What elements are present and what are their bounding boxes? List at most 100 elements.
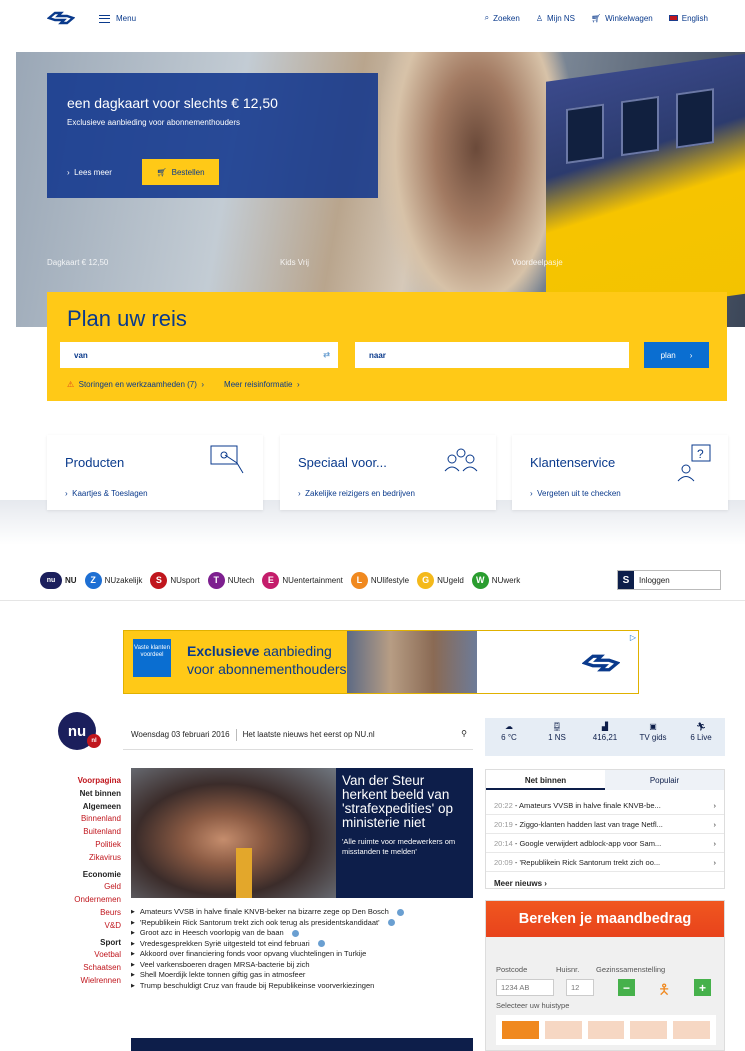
nav-nu[interactable]: nu NU (40, 571, 77, 589)
naar-input[interactable]: naar (355, 342, 629, 368)
storingen-link[interactable]: ⚠ Storingen en werkzaamheden (7) › (67, 380, 204, 389)
plan-button[interactable]: plan › (644, 342, 709, 368)
search-icon[interactable]: ⚲ (461, 729, 467, 738)
group-icon (444, 448, 478, 472)
latest-item[interactable]: 20:19 - Ziggo-klanten hadden last van tr… (486, 815, 724, 834)
ad-line1: Exclusieve aanbieding (187, 643, 332, 659)
nav-binnenland[interactable]: Binnenland (40, 813, 121, 826)
ns-logo-icon[interactable] (47, 11, 75, 25)
comment-icon (396, 908, 404, 916)
left-navigation: Voorpagina Net binnen Algemeen Binnenlan… (40, 775, 121, 988)
comment-icon (317, 940, 325, 948)
hero-tab-label[interactable]: Kids Vrij (280, 258, 309, 267)
card-klantenservice[interactable]: Klantenservice › Vergeten uit te checken… (512, 435, 728, 510)
nav-geld[interactable]: Geld (40, 881, 121, 894)
card-link[interactable]: › Vergeten uit te checken (530, 489, 621, 498)
news-item[interactable]: Shell Moerdijk lekte tonnen giftig gas i… (131, 970, 473, 981)
minus-button[interactable]: − (618, 979, 635, 996)
train-widget[interactable]: 🚆︎ 1 NS (533, 718, 581, 756)
lees-meer-link[interactable]: › Lees meer (67, 168, 112, 177)
news-item[interactable]: Amateurs VVSB in halve finale KNVB-beker… (131, 907, 473, 918)
ad-line2: voor abonnementhouders (187, 661, 347, 677)
search-link[interactable]: ⌕ Zoeken (485, 13, 520, 23)
ns-screenshot: Menu ⌕ Zoeken ♙ Mijn NS 🛒︎ Winkelwagen Engl… (0, 0, 745, 545)
weather-icon: ☁ (505, 722, 513, 731)
detached-option[interactable] (673, 1021, 710, 1039)
corner-option[interactable] (587, 1021, 625, 1039)
news-item[interactable]: Vredesgesprekken Syrië uitgesteld tot ei… (131, 939, 473, 950)
nu-logo[interactable]: nu nl (58, 712, 101, 750)
nav-nulifestyle[interactable]: L NUlifestyle (350, 571, 409, 589)
meer-nieuws-link[interactable]: Meer nieuws › (486, 872, 724, 895)
van-input[interactable]: van ⇄ (60, 342, 338, 368)
nav-politiek[interactable]: Politiek (40, 839, 121, 852)
latest-item[interactable]: 20:09 - 'Republikein Rick Santorum trekt… (486, 853, 724, 872)
info-widgets: ☁ 6 °C 🚆︎ 1 NS ▟ 416,21 ▣ TV gids 🏃︎ 6 Live (485, 718, 725, 756)
next-article-strip (131, 1038, 473, 1051)
nav-beurs[interactable]: Beurs (40, 907, 121, 920)
news-item[interactable]: 'Republikein Rick Santorum trekt zich oo… (131, 918, 473, 929)
nav-voorpagina[interactable]: Voorpagina (40, 775, 121, 788)
card-speciaal[interactable]: Speciaal voor... › Zakelijke reizigers e… (280, 435, 496, 510)
live-widget[interactable]: 🏃︎ 6 Live (677, 718, 725, 756)
bereken-widget: Bereken je maandbedrag Postcode Huisnr. … (485, 900, 725, 1051)
headline-title[interactable]: Van der Steur herkent beeld van 'strafex… (342, 774, 473, 830)
swap-icon[interactable]: ⇄ (323, 350, 330, 359)
promo-box: een dagkaart voor slechts € 12,50 Exclus… (47, 73, 378, 198)
tab-populair[interactable]: Populair (605, 770, 724, 790)
news-item[interactable]: Trump beschuldigt Cruz van fraude bij Re… (131, 981, 473, 992)
inloggen-button[interactable]: S Inloggen (617, 570, 721, 590)
latest-item[interactable]: 20:14 - Google verwijdert adblock-app vo… (486, 834, 724, 853)
terraced-option[interactable] (544, 1021, 582, 1039)
language-link[interactable]: English (668, 14, 708, 23)
weather-widget[interactable]: ☁ 6 °C (485, 718, 533, 756)
tv-widget[interactable]: ▣ TV gids (629, 718, 677, 756)
card-producten[interactable]: Producten › Kaartjes & Toeslagen (47, 435, 263, 510)
stock-widget[interactable]: ▟ 416,21 (581, 718, 629, 756)
nav-economie[interactable]: Economie (40, 869, 121, 882)
apartment-option[interactable] (502, 1021, 539, 1039)
nav-vd[interactable]: V&D (40, 920, 121, 933)
stock-icon: ▟ (601, 722, 609, 731)
nav-nutech[interactable]: T NUtech (207, 571, 254, 589)
nav-voetbal[interactable]: Voetbal (40, 949, 121, 962)
latest-item[interactable]: 20:22 - Amateurs VVSB in halve finale KN… (486, 796, 724, 815)
nav-algemeen[interactable]: Algemeen (40, 801, 121, 814)
nav-nugeld[interactable]: G NUgeld (417, 571, 464, 589)
mijn-ns-link[interactable]: ♙ Mijn NS (536, 14, 575, 23)
plus-button[interactable]: + (694, 979, 711, 996)
meer-reisinformatie-link[interactable]: Meer reisinformatie › (224, 380, 300, 389)
nav-nuzakelijk[interactable]: Z NUzakelijk (84, 571, 142, 589)
card-link[interactable]: › Kaartjes & Toeslagen (65, 489, 148, 498)
nav-zikavirus[interactable]: Zikavirus (40, 852, 121, 865)
cart-link[interactable]: 🛒︎ Winkelwagen (591, 14, 653, 23)
nav-schaatsen[interactable]: Schaatsen (40, 962, 121, 975)
hero-tab-label[interactable]: Voordeelpasje (512, 258, 563, 267)
headline-article[interactable]: Van der Steur herkent beeld van 'strafex… (131, 768, 473, 898)
nav-net-binnen[interactable]: Net binnen (40, 788, 121, 801)
nav-nusport[interactable]: S NUsport (150, 571, 200, 589)
adchoices-icon[interactable]: ▷ (630, 633, 636, 642)
semi-detached-option[interactable] (630, 1021, 668, 1039)
nav-sport[interactable]: Sport (40, 937, 121, 950)
menu-button[interactable]: Menu (99, 14, 136, 23)
postcode-input[interactable] (496, 979, 554, 996)
news-item[interactable]: Veel varkensboeren dragen MRSA-bacterie … (131, 960, 473, 971)
train-icon: 🚆︎ (551, 722, 563, 731)
bestellen-button[interactable]: 🛒︎ Bestellen (142, 159, 219, 185)
hero-tab-label[interactable]: Dagkaart € 12,50 (47, 258, 108, 267)
divider (0, 600, 745, 601)
card-link[interactable]: › Zakelijke reizigers en bedrijven (298, 489, 415, 498)
nav-nuentertainment[interactable]: E NUentertainment (262, 571, 343, 589)
tab-net-binnen[interactable]: Net binnen (486, 770, 605, 790)
nav-ondernemen[interactable]: Ondernemen (40, 894, 121, 907)
nav-nuwerk[interactable]: W NUwerk (471, 571, 520, 589)
headline-subtitle: 'Alle ruimte voor medewerkers om misstan… (342, 837, 456, 856)
ns-advertisement[interactable]: Vaste klanten voordeel Exclusieve aanbie… (123, 630, 639, 694)
nav-wielrennen[interactable]: Wielrennen (40, 975, 121, 988)
nav-buitenland[interactable]: Buitenland (40, 826, 121, 839)
huisnr-input[interactable] (566, 979, 594, 996)
bereken-title: Bereken je maandbedrag (486, 901, 724, 937)
news-item[interactable]: Akkoord over financiering fonds voor opv… (131, 949, 473, 960)
news-item[interactable]: Groot azc in Heesch voorlopig van de baa… (131, 928, 473, 939)
